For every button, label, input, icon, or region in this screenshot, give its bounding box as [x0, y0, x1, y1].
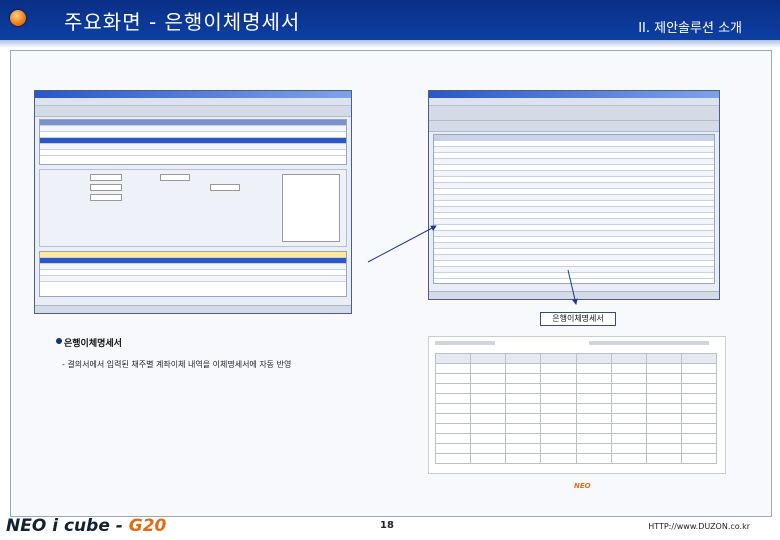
arrow-to-payment-list [367, 225, 437, 263]
arrow-to-statement [567, 269, 578, 305]
statement-table [434, 353, 718, 464]
page-number: 18 [380, 520, 394, 531]
product-logo: NEO i cube - G20 [6, 516, 167, 536]
neo-watermark-logo: NEO [574, 482, 591, 490]
section-title: 은행이체명세서 [64, 339, 122, 349]
statement-callout-label: 은행이체명세서 [540, 312, 616, 326]
footer-url: HTTP://www.DUZON.co.kr [648, 522, 750, 531]
section-bullet-icon [56, 338, 62, 344]
transfer-statement-document [428, 336, 726, 474]
section-description: - 결의서에서 입력된 채주별 계좌이체 내역을 이체명세서에 자동 반영 [62, 360, 292, 369]
